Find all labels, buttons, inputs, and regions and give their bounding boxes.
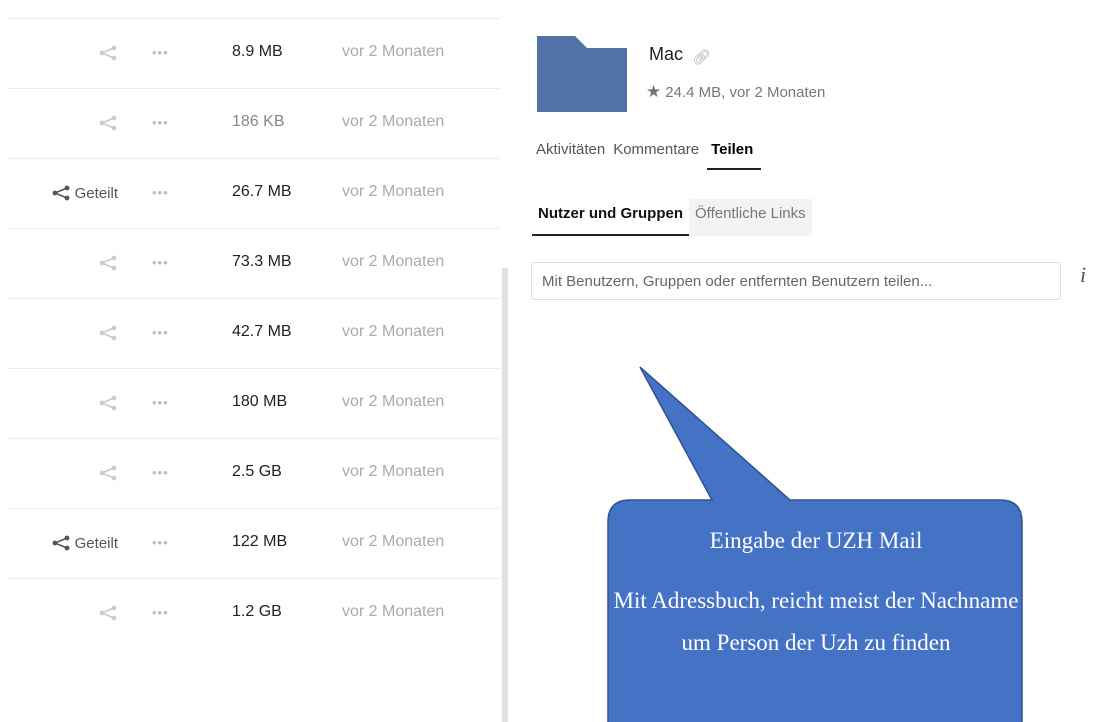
share-button[interactable] (98, 41, 118, 65)
file-size: 186 KB (232, 113, 285, 130)
file-size: 122 MB (232, 533, 288, 550)
share-icon (51, 535, 71, 551)
file-row[interactable]: Geteilt ••• 122 MB vor 2 Monaten (8, 508, 500, 578)
file-date: vor 2 Monaten (342, 603, 445, 620)
file-date: vor 2 Monaten (342, 323, 445, 340)
details-tabs: Aktivitäten Kommentare Teilen (536, 141, 762, 170)
callout-line-1: Eingabe der UZH Mail (709, 528, 923, 553)
share-label: Geteilt (74, 534, 118, 552)
callout-text: Eingabe der UZH Mail Mit Adressbuch, rei… (608, 528, 1024, 664)
tab-kommentare[interactable]: Kommentare (613, 141, 699, 170)
more-options-icon[interactable]: ••• (152, 465, 169, 480)
file-date: vor 2 Monaten (342, 113, 445, 130)
share-icon (98, 465, 118, 481)
file-size: 180 MB (232, 393, 288, 410)
share-button[interactable] (98, 111, 118, 135)
file-row[interactable]: Geteilt ••• 26.7 MB vor 2 Monaten (8, 158, 500, 228)
share-button[interactable] (98, 251, 118, 275)
file-meta-text: 24.4 MB, vor 2 Monaten (665, 83, 826, 101)
tab-teilen[interactable]: Teilen (707, 141, 762, 170)
file-date: vor 2 Monaten (342, 393, 445, 410)
file-row[interactable]: •••8.8 MBvor 2 Monaten (8, 0, 500, 18)
more-options-icon[interactable]: ••• (152, 605, 169, 620)
folder-icon (537, 36, 627, 112)
file-row[interactable]: ••• 42.7 MB vor 2 Monaten (8, 298, 500, 368)
file-date: vor 2 Monaten (342, 533, 445, 550)
file-size: 2.5 GB (232, 463, 282, 480)
subtab-users-groups[interactable]: Nutzer und Gruppen (532, 199, 689, 236)
file-name: Mac (649, 44, 684, 64)
file-row[interactable]: ••• 186 KB vor 2 Monaten (8, 88, 500, 158)
share-icon (51, 185, 71, 201)
subtab-public-links[interactable]: Öffentliche Links (689, 199, 812, 236)
share-button[interactable] (98, 391, 118, 415)
share-icon (98, 255, 118, 271)
file-size: 26.7 MB (232, 183, 292, 200)
callout-line-2: Mit Adressbuch, reicht meist der Nachnam… (613, 588, 1019, 655)
file-row[interactable]: ••• 180 MB vor 2 Monaten (8, 368, 500, 438)
file-date: vor 2 Monaten (342, 183, 445, 200)
file-size: 73.3 MB (232, 253, 292, 270)
share-button[interactable] (98, 461, 118, 485)
file-size: 8.9 MB (232, 43, 283, 60)
more-options-icon[interactable]: ••• (152, 115, 169, 130)
star-icon[interactable]: ★ (646, 82, 661, 102)
file-date: vor 2 Monaten (342, 463, 445, 480)
file-date: vor 2 Monaten (342, 253, 445, 270)
more-options-icon[interactable]: ••• (152, 535, 169, 550)
more-options-icon[interactable]: ••• (152, 255, 169, 270)
share-icon (98, 325, 118, 341)
more-options-icon[interactable]: ••• (152, 45, 169, 60)
share-icon (98, 395, 118, 411)
share-icon (98, 115, 118, 131)
tab-aktivitaeten[interactable]: Aktivitäten (536, 141, 605, 170)
more-options-icon[interactable]: ••• (152, 395, 169, 410)
share-button[interactable] (98, 321, 118, 345)
share-icon (98, 605, 118, 621)
file-row[interactable]: ••• 73.3 MB vor 2 Monaten (8, 228, 500, 298)
scrollbar[interactable] (502, 268, 508, 722)
share-subtabs: Nutzer und Gruppen Öffentliche Links (532, 199, 812, 236)
share-button[interactable] (98, 601, 118, 625)
share-button[interactable]: Geteilt (51, 181, 118, 205)
share-label: Geteilt (74, 184, 118, 202)
file-date: vor 2 Monaten (342, 43, 445, 60)
more-options-icon[interactable]: ••• (152, 185, 169, 200)
info-icon[interactable]: i (1080, 262, 1086, 288)
link-icon[interactable]: 🔗︎ (692, 48, 711, 66)
file-row[interactable]: ••• 1.2 GB vor 2 Monaten (8, 578, 500, 648)
file-row[interactable]: ••• 2.5 GB vor 2 Monaten (8, 438, 500, 508)
file-meta: ★ 24.4 MB, vor 2 Monaten (646, 82, 825, 102)
file-size: 1.2 GB (232, 603, 282, 620)
share-icon (98, 45, 118, 61)
file-row[interactable]: ••• 8.9 MB vor 2 Monaten (8, 18, 500, 88)
more-options-icon[interactable]: ••• (152, 325, 169, 340)
file-size: 42.7 MB (232, 323, 292, 340)
file-list: •••8.8 MBvor 2 Monaten ••• 8.9 MB vor 2 Mon… (0, 0, 500, 722)
share-search-input[interactable] (531, 262, 1061, 300)
share-button[interactable]: Geteilt (51, 531, 118, 555)
